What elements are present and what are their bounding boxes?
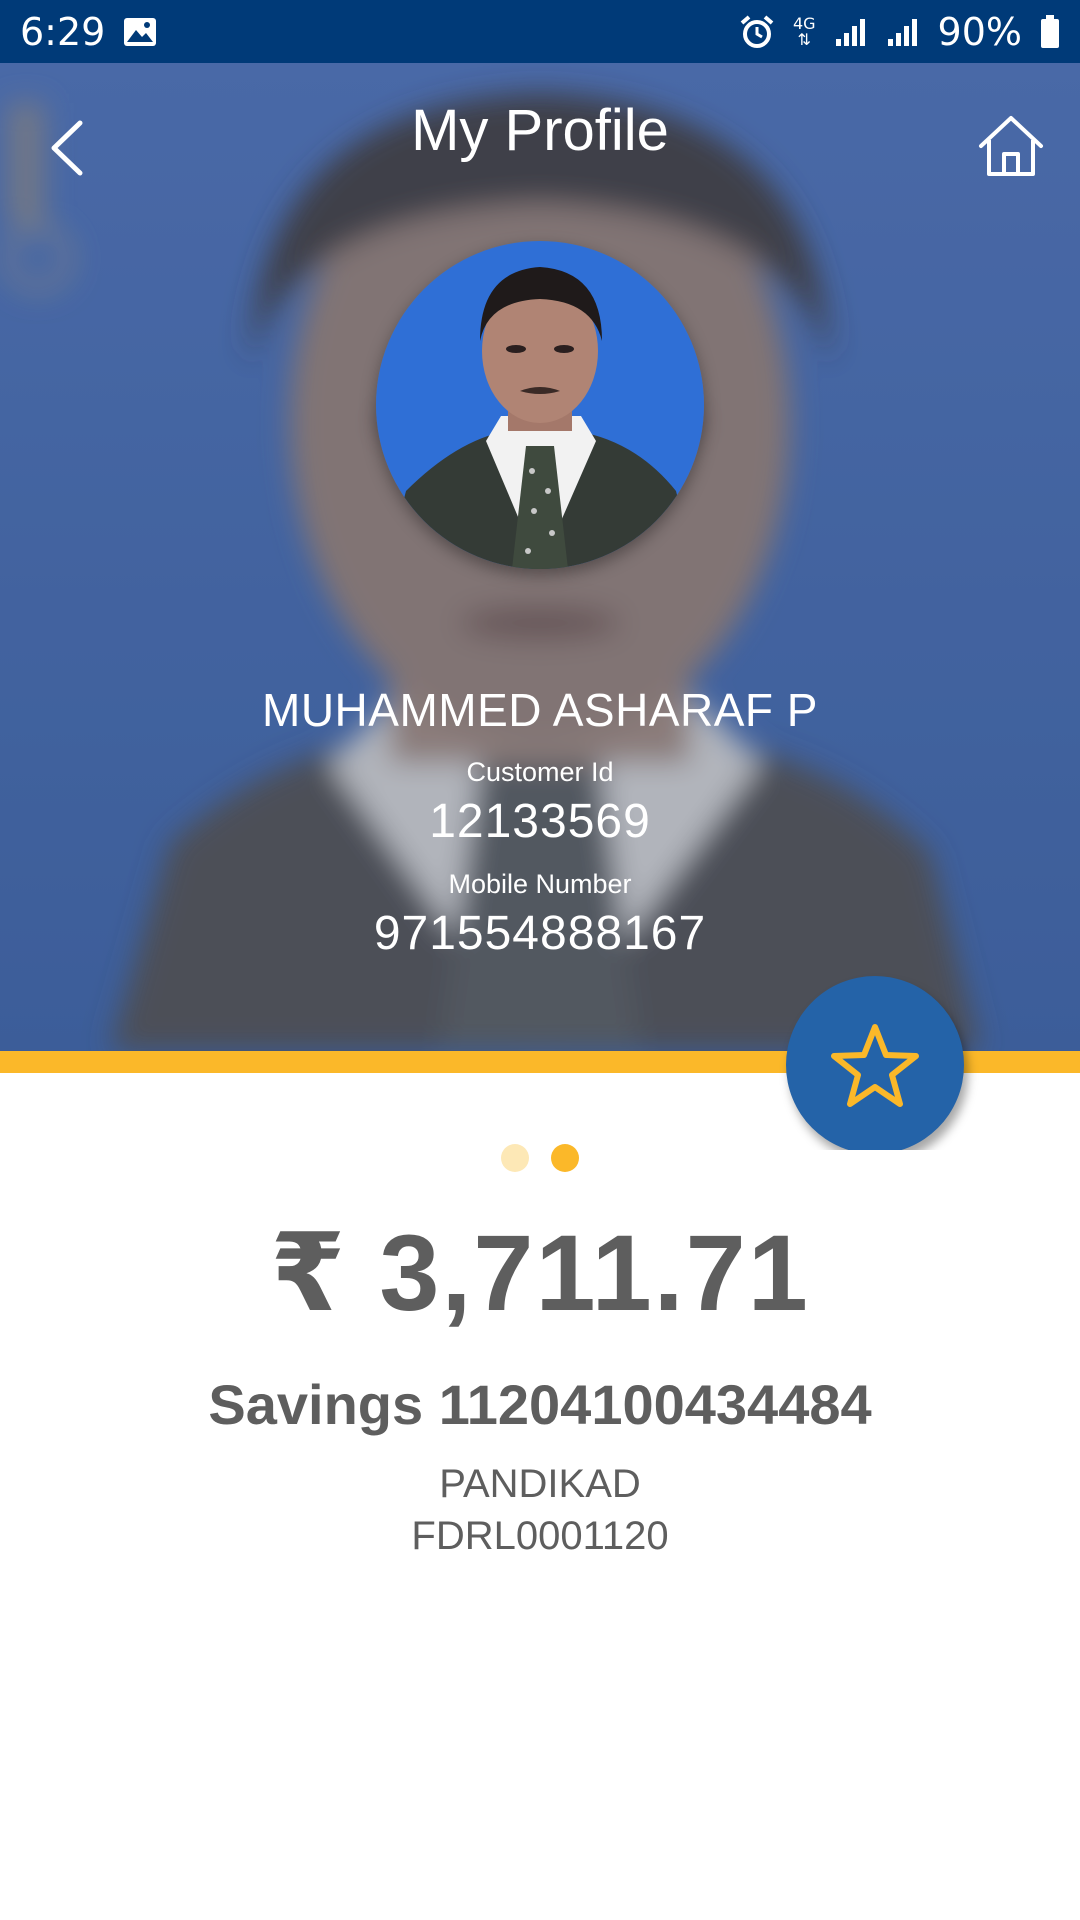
status-time: 6:29 bbox=[20, 9, 106, 54]
battery-icon bbox=[1040, 14, 1060, 49]
ifsc-code: FDRL0001120 bbox=[411, 1514, 669, 1558]
profile-header: My Profile MUHAMMED ASHARAF P Customer I… bbox=[0, 63, 1080, 1051]
mobile-number-value: 971554888167 bbox=[373, 907, 707, 960]
profile-photo bbox=[376, 241, 704, 569]
status-right: 4G ⇅ 90% bbox=[739, 10, 1060, 54]
status-left: 6:29 bbox=[20, 10, 157, 54]
branch-name: PANDIKAD bbox=[439, 1462, 641, 1506]
data-arrows-icon: 4G ⇅ bbox=[793, 15, 816, 49]
pager-dot-active[interactable] bbox=[551, 1144, 579, 1172]
data-arrows-glyph: ⇅ bbox=[797, 29, 811, 49]
profile-info: MUHAMMED ASHARAF P Customer Id 12133569 … bbox=[0, 683, 1080, 961]
account-type-number: Savings 11204100434484 bbox=[208, 1373, 872, 1436]
account-balance: ₹ 3,711.71 bbox=[270, 1212, 810, 1333]
pager-dot[interactable] bbox=[501, 1144, 529, 1172]
signal-icon bbox=[886, 17, 920, 47]
alarm-icon bbox=[739, 14, 775, 50]
home-button[interactable] bbox=[968, 103, 1054, 189]
customer-id-value: 12133569 bbox=[429, 795, 651, 848]
battery-percentage: 90% bbox=[937, 9, 1022, 54]
page-title: My Profile bbox=[411, 98, 669, 163]
favorite-button[interactable] bbox=[786, 976, 964, 1154]
signal-icon bbox=[834, 17, 868, 47]
status-bar: 6:29 4G ⇅ 90% bbox=[0, 0, 1080, 63]
home-icon bbox=[979, 116, 1043, 176]
customer-name: MUHAMMED ASHARAF P bbox=[262, 684, 818, 736]
gallery-icon bbox=[123, 17, 157, 47]
star-outline-icon bbox=[831, 1024, 919, 1107]
mobile-number-label: Mobile Number bbox=[448, 869, 632, 899]
top-bar: My Profile bbox=[0, 63, 1080, 193]
customer-id-label: Customer Id bbox=[466, 757, 614, 787]
carousel-pager bbox=[0, 1144, 1080, 1172]
avatar[interactable] bbox=[376, 241, 704, 569]
